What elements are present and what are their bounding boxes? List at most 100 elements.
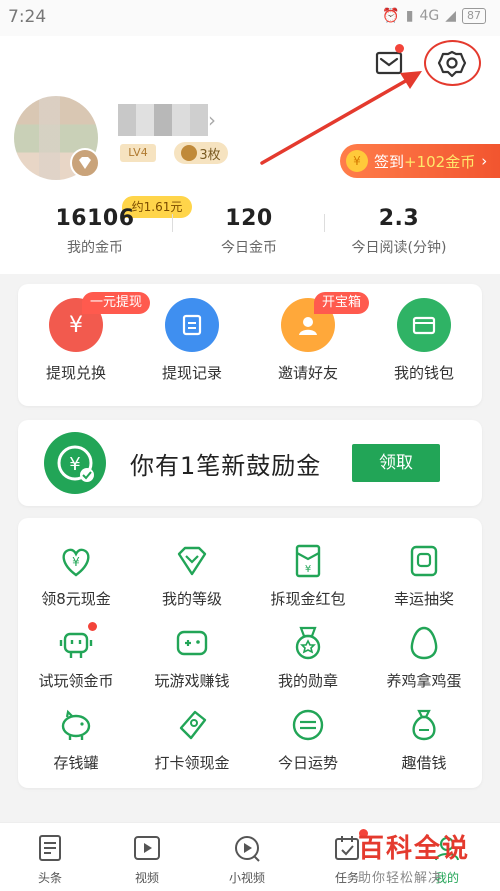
feature-cash-8[interactable]: ¥ 领8元现金 [18,542,134,609]
lottery-icon [405,542,443,580]
feature-label: 玩游戏赚钱 [154,672,230,690]
gamepad-icon [173,624,211,662]
quick-action-invite[interactable]: 开宝箱 邀请好友 [250,292,370,383]
settings-highlight-circle [424,40,481,86]
heart-yuan-icon: ¥ [57,542,95,580]
feature-label: 幸运抽奖 [393,590,454,608]
feature-games[interactable]: 玩游戏赚钱 [134,624,250,691]
status-icons: ⏰ ▮ 4G ◢ 87 [382,8,486,24]
medal-count: 3枚 [199,147,221,163]
feature-label: 养鸡拿鸡蛋 [386,672,462,690]
feature-red-packet[interactable]: ¥ 拆现金红包 [250,542,366,609]
tab-label: 头条 [37,871,62,885]
alarm-icon: ⏰ [382,8,400,24]
level-badge: LV4 [120,144,156,162]
feature-label: 打卡领现金 [154,754,230,772]
features-grid-card: ¥ 领8元现金 我的等级 ¥ 拆现金红包 幸运抽奖 试玩领金币 玩游戏赚钱 我的… [18,518,482,788]
chevron-right-icon: › [208,108,216,132]
feature-my-level[interactable]: 我的等级 [134,542,250,609]
feature-label: 存钱罐 [53,754,99,772]
svg-text:¥: ¥ [69,454,80,475]
feature-trial-coins[interactable]: 试玩领金币 [18,622,134,691]
stat-value: 2.3 [378,206,420,231]
robot-icon [57,622,97,662]
vip-badge-icon [70,148,100,178]
feature-label: 我的勋章 [277,672,338,690]
tab-label: 视频 [134,871,159,885]
short-video-icon [232,833,262,863]
play-icon [132,833,162,863]
stat-value: 16106 [55,206,135,231]
quick-action-label: 提现兑换 [45,364,106,382]
site-watermark: 百科全说 助你轻松解决 [358,828,500,891]
feature-label: 今日运势 [277,754,338,772]
username-blurred[interactable] [118,104,208,136]
stat-label: 我的金币 [67,240,123,256]
quick-action-wallet[interactable]: 我的钱包 [366,298,482,383]
feature-lucky-draw[interactable]: 幸运抽奖 [366,542,482,609]
mail-notification-dot [395,44,404,53]
quick-action-withdraw[interactable]: ¥ 一元提现 提现兑换 [18,292,151,383]
battery-icon: 87 [462,8,486,24]
ticket-icon [173,706,211,744]
feature-label: 拆现金红包 [270,590,346,608]
quick-action-label: 提现记录 [161,364,222,382]
stat-today-reading[interactable]: 2.3 今日阅读(分钟) [316,206,482,257]
claim-button[interactable]: 领取 [352,444,440,482]
stat-my-coins[interactable]: 16106 我的金币 [12,206,178,257]
news-icon [35,833,65,863]
stat-label: 今日阅读(分钟) [351,240,447,256]
medal-icon [181,145,198,161]
egg-icon [405,624,443,662]
feature-borrow[interactable]: 趣借钱 [366,706,482,773]
feature-label: 趣借钱 [401,754,447,772]
bonus-coin-icon: ¥ [44,432,106,494]
svg-text:¥: ¥ [72,555,80,569]
quick-action-label: 我的钱包 [393,364,454,382]
tab-short-video[interactable]: 小视频 [197,833,297,886]
feature-my-medals[interactable]: 我的勋章 [250,624,366,691]
feature-piggy-bank[interactable]: 存钱罐 [18,706,134,773]
signal-icon: ▮ [405,8,414,24]
stat-value: 120 [225,206,273,231]
bonus-card: ¥ 你有1笔新鼓励金 领取 [18,420,482,506]
stat-today-coins[interactable]: 120 今日金币 [166,206,332,257]
feature-label: 试玩领金币 [38,672,114,690]
stats-row: 约1.61元 16106 我的金币 120 今日金币 2.3 今日阅读(分钟) [0,196,500,274]
checkin-chevron: › [481,152,488,170]
checkin-button[interactable]: ¥ 签到 +102金币 › [340,144,500,178]
profile-header: › LV4 3枚 ¥ 签到 +102金币 › [0,36,500,196]
svg-text:¥: ¥ [305,564,311,575]
stat-label: 今日金币 [221,240,277,256]
feature-chicken-egg[interactable]: 养鸡拿鸡蛋 [366,624,482,691]
quick-action-records[interactable]: 提现记录 [134,298,250,383]
feature-fortune[interactable]: 今日运势 [250,706,366,773]
wallet-icon [397,298,451,352]
quick-actions-card: ¥ 一元提现 提现兑换 提现记录 开宝箱 邀请好友 我的钱包 [18,284,482,406]
status-time: 7:24 [8,7,47,27]
quick-action-label: 邀请好友 [277,364,338,382]
network-type: 4G [419,8,440,24]
feature-label: 领8元现金 [41,590,111,608]
watermark-subtitle: 助你轻松解决 [358,871,443,886]
coin-icon: ¥ [346,150,368,172]
tab-headlines[interactable]: 头条 [0,833,100,886]
diamond-icon [173,542,211,580]
fortune-icon [289,706,327,744]
tab-label: 小视频 [228,871,265,885]
money-bag-icon [405,706,443,744]
feature-checkin-cash[interactable]: 打卡领现金 [134,706,250,773]
notification-dot [88,622,97,631]
watermark-title: 百科全说 [358,834,471,864]
medal-badge[interactable]: 3枚 [174,142,228,164]
bonus-text: 你有1笔新鼓励金 [130,452,322,480]
quick-action-tag: 开宝箱 [314,292,370,314]
wifi-icon: ◢ [445,8,456,24]
tab-video[interactable]: 视频 [97,833,197,886]
checkin-amount: +102金币 [404,152,476,171]
piggy-bank-icon [57,706,95,744]
record-icon [165,298,219,352]
checkin-label: 签到 [374,152,405,171]
medal-outline-icon [289,624,327,662]
feature-label: 我的等级 [161,590,222,608]
